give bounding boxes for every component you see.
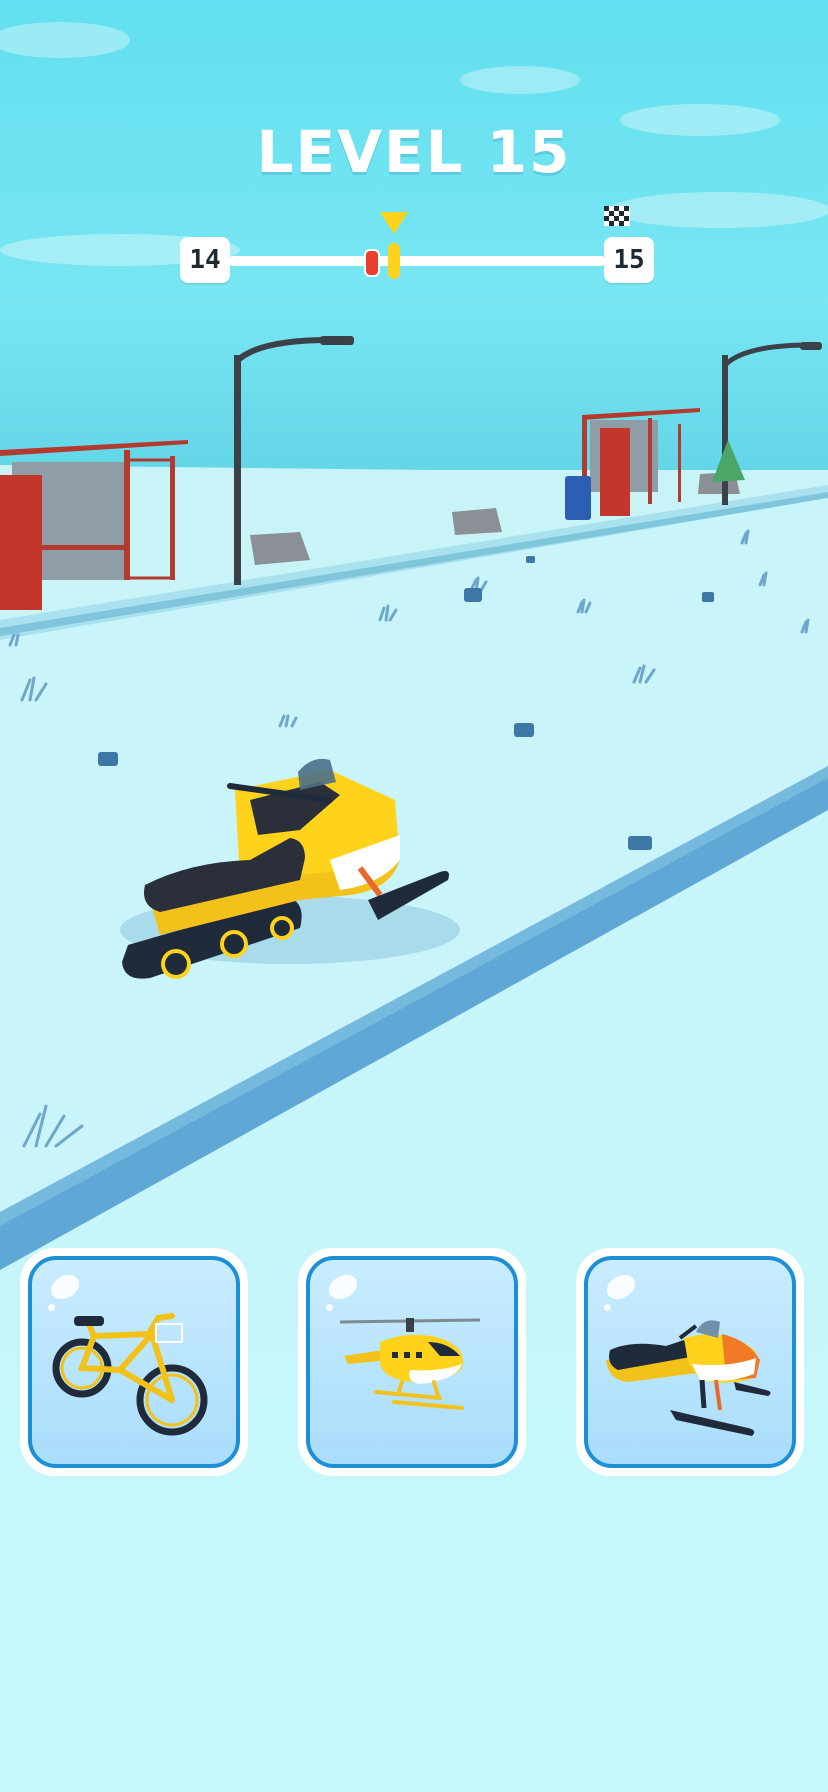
vehicle-card-snowmobile[interactable] [576,1248,804,1476]
next-level-badge: 15 [604,237,654,283]
rock [452,508,502,535]
progress-marker [388,243,401,279]
vehicle-card-bicycle[interactable] [20,1248,248,1476]
trash-can [565,476,591,520]
level-title: LEVEL 15 [256,118,572,186]
rock [250,532,310,565]
vehicle-card-helicopter[interactable] [298,1248,526,1476]
progress-arrow-icon [380,212,409,234]
current-level-badge: 14 [180,237,230,283]
level-progress-bar [228,256,606,266]
player-progress-marker [363,249,380,277]
bicycle-icon [52,1313,208,1436]
snowmobile-icon [606,1320,771,1436]
helicopter-icon [339,1318,481,1410]
game-scene [0,0,828,1792]
finish-flag-icon [604,206,630,226]
